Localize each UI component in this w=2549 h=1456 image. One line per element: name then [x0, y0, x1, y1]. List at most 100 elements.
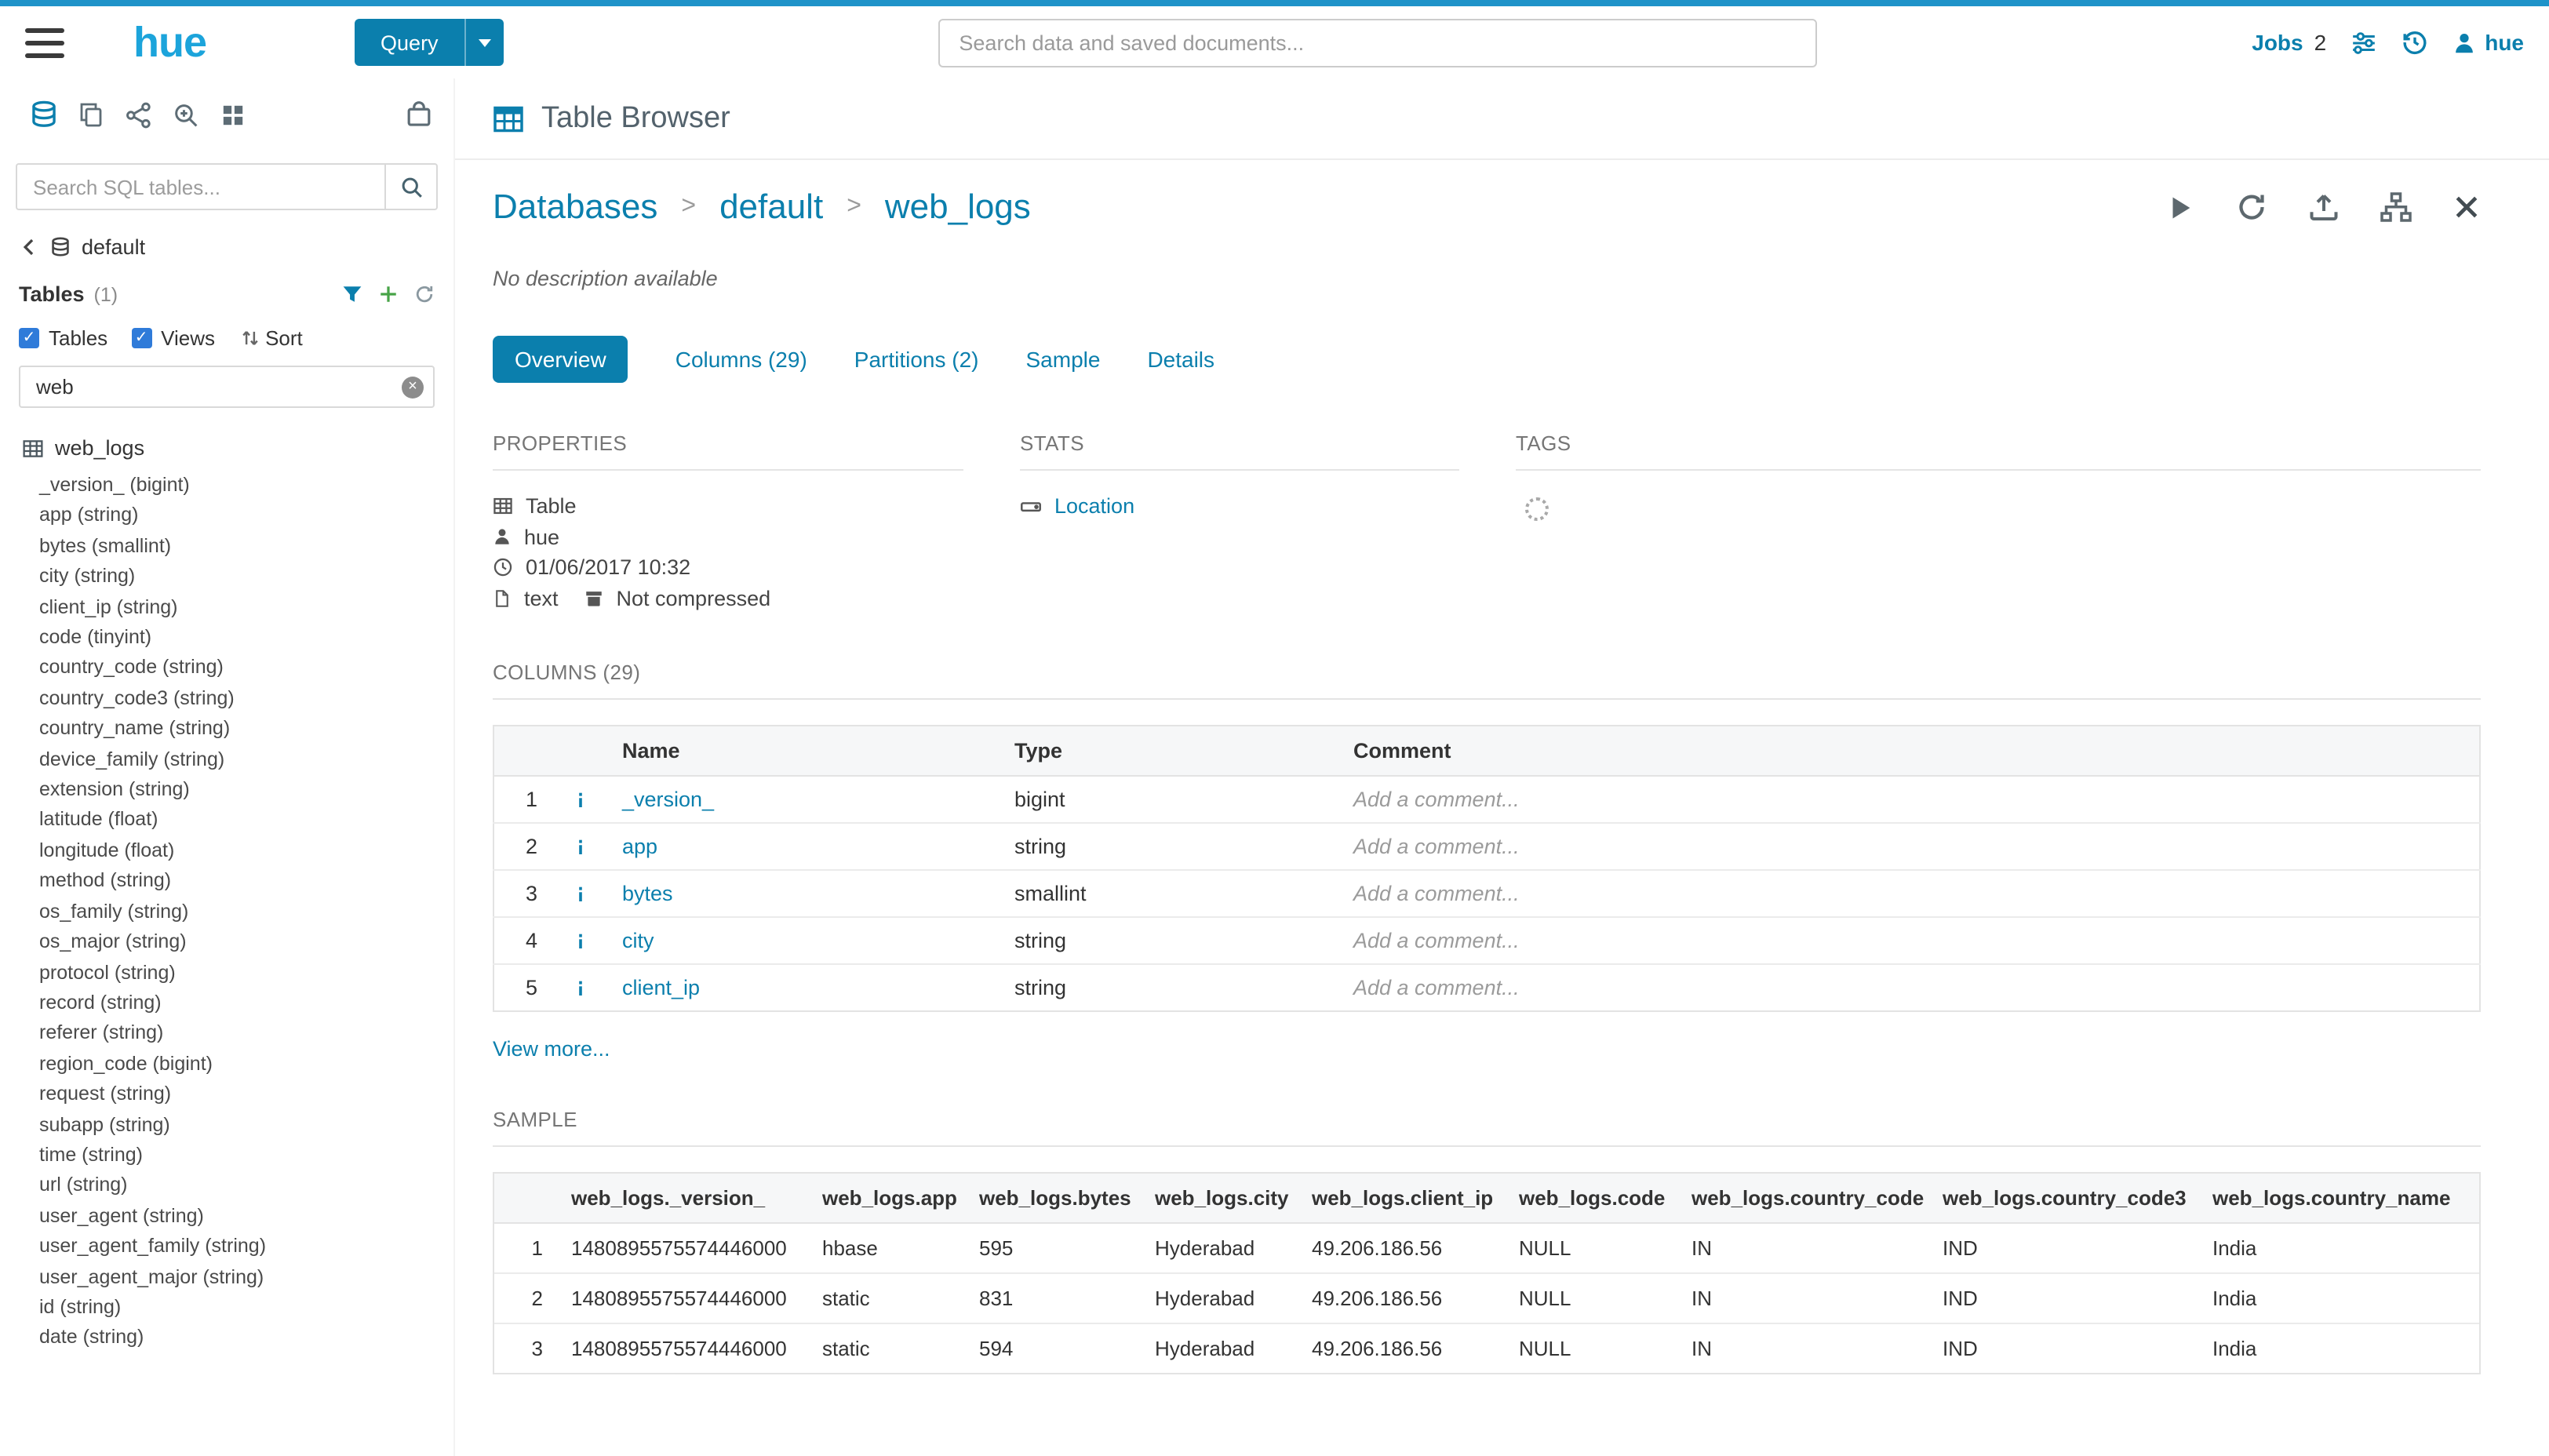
assist-filter-input[interactable] — [19, 366, 435, 408]
user-menu[interactable]: hue — [2452, 30, 2524, 55]
assist-column-item[interactable]: app (string) — [39, 501, 453, 532]
column-name-link[interactable]: app — [622, 835, 657, 859]
sort-toggle[interactable]: Sort — [240, 326, 303, 350]
assist-column-item[interactable]: user_agent_major (string) — [39, 1262, 453, 1293]
history-icon[interactable] — [2400, 28, 2428, 56]
global-search-input[interactable] — [938, 18, 1817, 67]
tables-count: (1) — [94, 283, 118, 305]
refresh-button[interactable] — [2235, 191, 2267, 223]
assist-column-item[interactable]: longitude (float) — [39, 836, 453, 867]
tables-checkbox[interactable]: ✓ — [19, 328, 39, 348]
assist-column-item[interactable]: bytes (smallint) — [39, 532, 453, 562]
tab-partitions[interactable]: Partitions (2) — [854, 347, 979, 372]
column-name-link[interactable]: _version_ — [622, 788, 714, 812]
column-name-cell: city — [606, 918, 999, 965]
column-name-link[interactable]: bytes — [622, 883, 673, 906]
assist-column-item[interactable]: country_code (string) — [39, 653, 453, 684]
assist-column-item[interactable]: time (string) — [39, 1141, 453, 1171]
assist-column-item[interactable]: region_code (bigint) — [39, 1049, 453, 1079]
assist-tab-search[interactable] — [162, 101, 209, 128]
column-comment-cell[interactable]: Add a comment... — [1338, 918, 2479, 965]
views-checkbox[interactable]: ✓ — [131, 328, 151, 348]
column-comment-cell[interactable]: Add a comment... — [1338, 824, 2479, 871]
column-info-cell[interactable] — [553, 824, 606, 871]
columns-header-number — [493, 726, 553, 777]
assist-column-item[interactable]: method (string) — [39, 867, 453, 897]
sample-row-number: 1 — [494, 1224, 557, 1274]
column-comment-cell[interactable]: Add a comment... — [1338, 965, 2479, 1012]
assist-column-item[interactable]: city (string) — [39, 562, 453, 592]
column-info-cell[interactable] — [553, 918, 606, 965]
import-button[interactable] — [2307, 191, 2339, 223]
view-more-link[interactable]: View more... — [493, 1038, 2480, 1061]
jobs-sliders-icon[interactable] — [2350, 29, 2376, 56]
column-name-link[interactable]: client_ip — [622, 977, 700, 1000]
assist-column-item[interactable]: request (string) — [39, 1079, 453, 1110]
column-comment-cell[interactable]: Add a comment... — [1338, 871, 2479, 918]
assist-column-item[interactable]: user_agent (string) — [39, 1202, 453, 1232]
upload-icon — [2307, 191, 2339, 223]
assist-database-name[interactable]: default — [82, 235, 145, 259]
chevron-left-icon[interactable] — [19, 237, 39, 257]
table-description[interactable]: No description available — [493, 267, 2480, 290]
tab-sample[interactable]: Sample — [1026, 347, 1101, 372]
column-info-cell[interactable] — [553, 777, 606, 824]
tab-details[interactable]: Details — [1147, 347, 1214, 372]
assist-tab-documents[interactable] — [67, 102, 115, 127]
column-info-cell[interactable] — [553, 871, 606, 918]
assist-tab-functions[interactable] — [115, 101, 162, 128]
clear-filter-icon[interactable]: × — [402, 376, 424, 398]
location-link[interactable]: Location — [1054, 495, 1134, 519]
assist-table-web-logs[interactable]: web_logs — [22, 436, 435, 460]
nodes-icon — [125, 101, 151, 128]
column-info-cell[interactable] — [553, 965, 606, 1012]
lineage-button[interactable] — [2380, 191, 2411, 223]
hue-logo[interactable]: hue — [133, 18, 206, 67]
assist-search-input[interactable] — [16, 163, 384, 210]
assist-column-item[interactable]: date (string) — [39, 1323, 453, 1354]
assist-column-item[interactable]: extension (string) — [39, 775, 453, 806]
add-table-icon[interactable] — [378, 284, 399, 304]
assist-tab-apps[interactable] — [209, 103, 256, 126]
assist-tab-collections[interactable] — [405, 100, 433, 129]
sample-table: web_logs._version_ web_logs.app web_logs… — [494, 1174, 2480, 1374]
assist-column-item[interactable]: country_name (string) — [39, 715, 453, 745]
refresh-tables-icon[interactable] — [414, 284, 435, 304]
hamburger-menu-icon[interactable] — [25, 27, 64, 57]
assist-column-item[interactable]: latitude (float) — [39, 806, 453, 836]
assist-column-item[interactable]: os_family (string) — [39, 897, 453, 927]
breadcrumb-table[interactable]: web_logs — [885, 187, 1031, 228]
column-name-link[interactable]: city — [622, 930, 654, 953]
assist-column-item[interactable]: subapp (string) — [39, 1110, 453, 1141]
column-comment-cell[interactable]: Add a comment... — [1338, 777, 2479, 824]
sample-header-cell: web_logs.country_code — [1677, 1174, 1928, 1224]
assist-column-item[interactable]: client_ip (string) — [39, 592, 453, 623]
assist-search-button[interactable] — [384, 163, 438, 210]
tags-section: TAGS — [1516, 431, 2480, 614]
assist-column-item[interactable]: device_family (string) — [39, 744, 453, 775]
breadcrumb-database[interactable]: default — [719, 187, 823, 228]
query-button[interactable]: Query — [354, 19, 465, 66]
tab-columns[interactable]: Columns (29) — [675, 347, 807, 372]
filter-funnel-icon[interactable] — [342, 284, 362, 304]
assist-column-item[interactable]: id (string) — [39, 1293, 453, 1323]
assist-column-item[interactable]: protocol (string) — [39, 958, 453, 988]
assist-column-item[interactable]: url (string) — [39, 1171, 453, 1202]
assist-column-item[interactable]: user_agent_family (string) — [39, 1232, 453, 1262]
assist-column-item[interactable]: os_major (string) — [39, 927, 453, 958]
query-table-button[interactable] — [2165, 192, 2194, 222]
user-icon — [2452, 31, 2475, 54]
assist-column-item[interactable]: record (string) — [39, 988, 453, 1019]
columns-table-body: 1 _version_ bigint Add a comment... — [493, 777, 2479, 1012]
assist-column-item[interactable]: code (tinyint) — [39, 623, 453, 653]
assist-column-item[interactable]: referer (string) — [39, 1019, 453, 1050]
sample-header-cell: web_logs.app — [808, 1174, 965, 1224]
assist-tab-sql[interactable] — [20, 100, 67, 129]
query-dropdown-caret[interactable] — [465, 19, 504, 66]
tab-overview[interactable]: Overview — [493, 336, 628, 383]
assist-column-item[interactable]: _version_ (bigint) — [39, 471, 453, 501]
breadcrumb-databases[interactable]: Databases — [493, 187, 657, 228]
assist-column-item[interactable]: country_code3 (string) — [39, 684, 453, 715]
jobs-link[interactable]: Jobs 2 — [2252, 30, 2326, 55]
close-button[interactable] — [2452, 193, 2480, 221]
